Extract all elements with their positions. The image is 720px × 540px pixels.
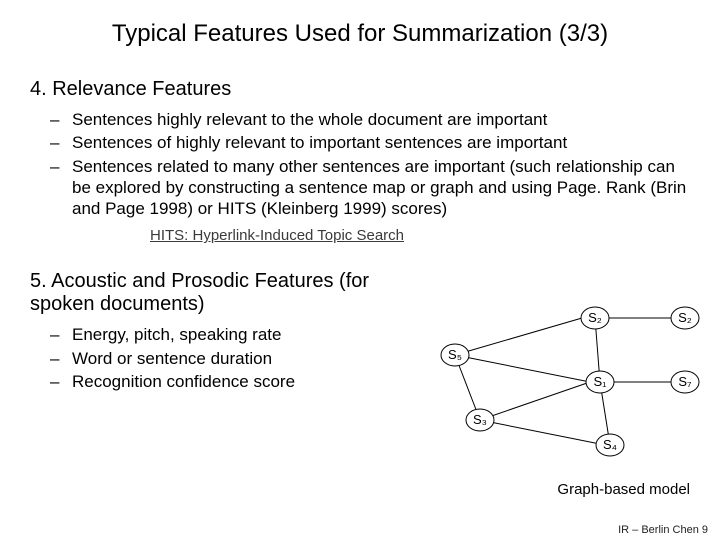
slide-footer: IR – Berlin Chen 9 [618,524,708,536]
section-4: 4. Relevance Features Sentences highly r… [30,78,690,262]
graph-edge [455,355,590,382]
graph-node-label: S₅ [448,347,462,362]
page-title: Typical Features Used for Summarization … [30,20,690,48]
graph-node-label: S₇ [678,374,692,389]
graph-node-label: S₄ [603,437,617,452]
graph-diagram: S₅ S₂ S₂ S₁ S₇ S₃ S₄ Graph-based model [410,300,700,510]
graph-svg: S₅ S₂ S₂ S₁ S₇ S₃ S₄ [410,300,700,480]
graph-node-label: S₂ [678,310,692,325]
graph-edge [455,318,582,355]
graph-edge [480,420,605,445]
graph-node-label: S₁ [593,374,607,389]
bullet-item: Sentences related to many other sentence… [50,156,690,220]
graph-node-label: S₃ [473,412,487,427]
section-4-heading: 4. Relevance Features [30,78,690,101]
graph-caption: Graph-based model [557,481,690,498]
section-4-bullets: Sentences highly relevant to the whole d… [50,109,690,219]
hits-note: HITS: Hyperlink-Induced Topic Search [150,227,404,244]
bullet-item: Sentences highly relevant to the whole d… [50,109,690,130]
graph-node-label: S₂ [588,310,602,325]
bullet-item: Sentences of highly relevant to importan… [50,132,690,153]
slide: Typical Features Used for Summarization … [0,0,720,540]
section-5-heading: 5. Acoustic and Prosodic Features (for s… [30,270,390,316]
graph-edge [480,382,590,420]
